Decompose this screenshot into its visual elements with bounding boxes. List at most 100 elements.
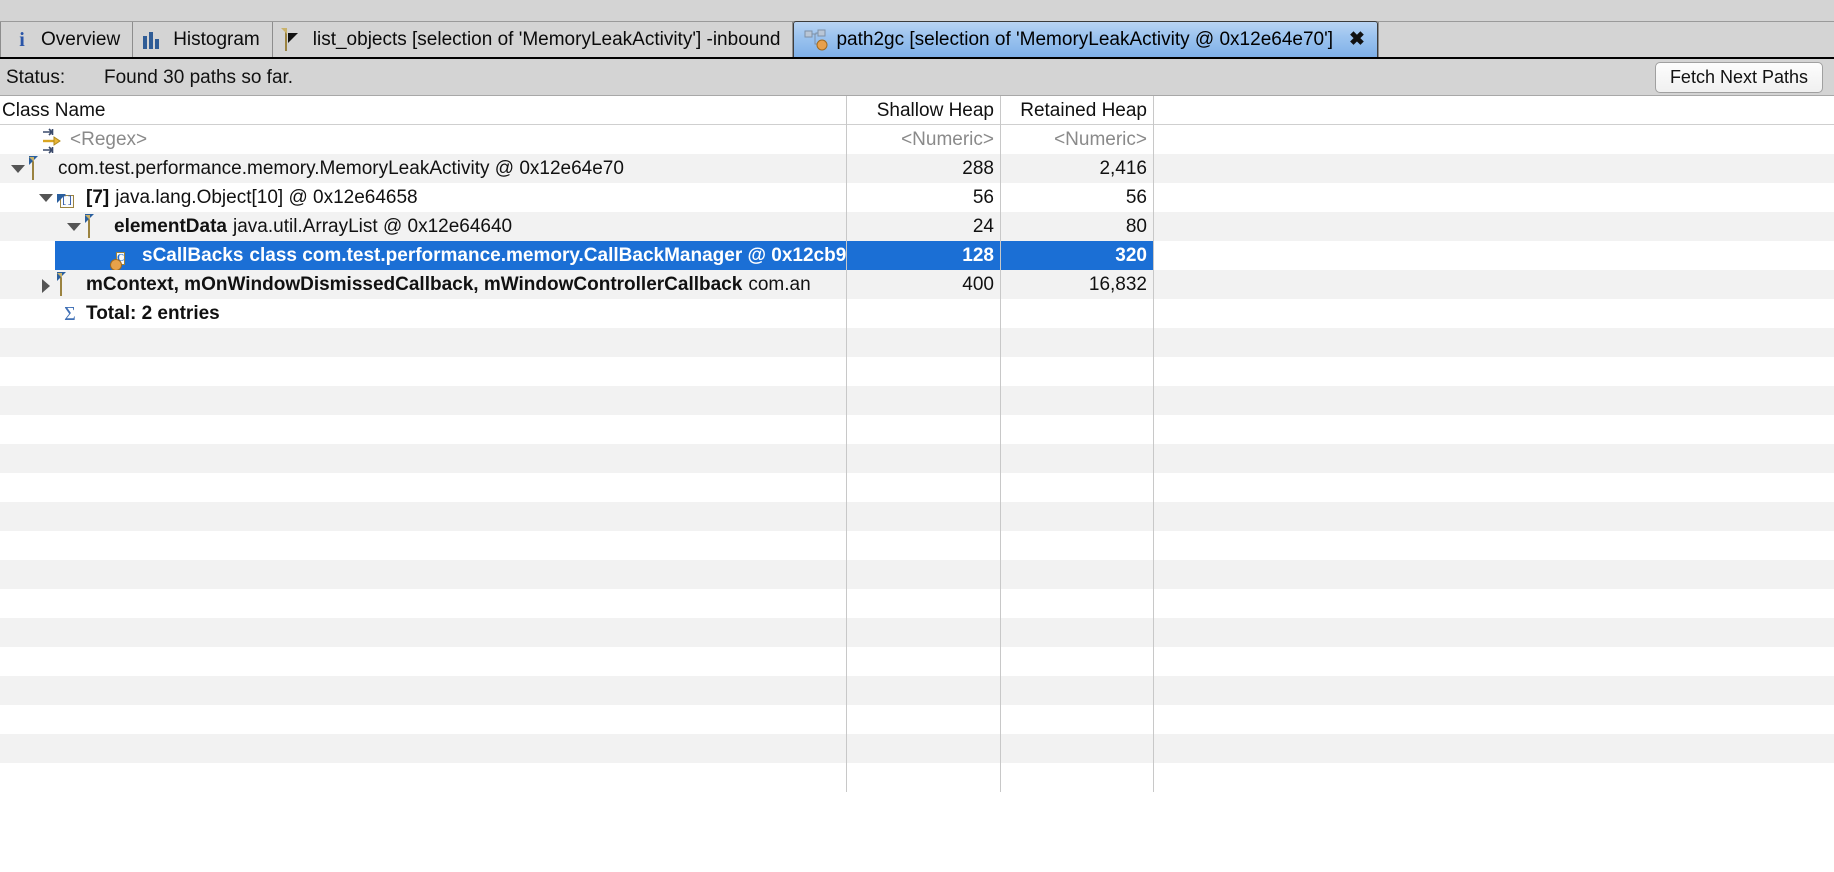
table-row[interactable]: Σ Total: 2 entries — [0, 299, 1834, 328]
status-label: Status: — [6, 67, 65, 89]
table-empty-row[interactable] — [0, 531, 1834, 560]
row-class-label: class com.test.performance.memory.CallBa… — [249, 245, 846, 267]
table-row[interactable]: elementDatajava.util.ArrayList @ 0x12e64… — [0, 212, 1834, 241]
retained-heap-cell[interactable]: 56 — [1001, 183, 1153, 212]
document-icon — [283, 29, 305, 51]
filter-retained-heap-cell[interactable]: <Numeric> — [1001, 125, 1153, 154]
tree-twisty-expanded[interactable] — [38, 183, 54, 212]
tab-path2gc[interactable]: path2gc [selection of 'MemoryLeakActivit… — [793, 21, 1377, 57]
table-row[interactable]: CsCallBacks class com.test.performance.me… — [0, 241, 1834, 270]
filter-class-name-cell[interactable]: <Regex> — [0, 125, 846, 154]
tab-histogram-label: Histogram — [173, 30, 260, 49]
page-icon — [60, 274, 80, 296]
tree-twisty-expanded[interactable] — [66, 212, 82, 241]
tab-overview[interactable]: i Overview — [0, 22, 133, 57]
class-icon: C — [116, 245, 136, 267]
status-bar: Status: Found 30 paths so far. Fetch Nex… — [0, 59, 1834, 96]
table-row[interactable]: mContext, mOnWindowDismissedCallback, mW… — [0, 270, 1834, 299]
table-header-row: Class Name Shallow Heap Retained Heap — [0, 96, 1834, 125]
retained-heap-cell[interactable]: 16,832 — [1001, 270, 1153, 299]
table-empty-row[interactable] — [0, 647, 1834, 676]
paths-table: Class Name Shallow Heap Retained Heap <R… — [0, 96, 1834, 872]
table-empty-row[interactable] — [0, 328, 1834, 357]
row-field-name: mContext, mOnWindowDismissedCallback, mW… — [86, 274, 742, 296]
sigma-icon: Σ — [60, 302, 80, 326]
table-empty-row[interactable] — [0, 589, 1834, 618]
row-class-label: com.test.performance.memory.MemoryLeakAc… — [58, 158, 624, 180]
tree-twisty-collapsed[interactable] — [38, 270, 54, 299]
body-column-divider-2 — [1000, 125, 1001, 792]
row-field-name: elementData — [114, 216, 227, 238]
tree-twisty — [18, 125, 34, 154]
tab-bar: i Overview Histogram list_objects [selec… — [0, 22, 1834, 59]
toolbar-icon-left[interactable] — [214, 0, 234, 8]
class-name-cell[interactable]: Σ Total: 2 entries — [0, 299, 846, 328]
info-icon: i — [11, 29, 33, 51]
filter-shallow-heap-cell[interactable]: <Numeric> — [847, 125, 1000, 154]
table-empty-row[interactable] — [0, 444, 1834, 473]
table-empty-row[interactable] — [0, 734, 1834, 763]
column-divider-3[interactable] — [1153, 96, 1154, 125]
status-text: Found 30 paths so far. — [104, 67, 293, 89]
shallow-heap-cell[interactable]: 128 — [847, 241, 1000, 270]
column-header-class-name[interactable]: Class Name — [0, 96, 846, 125]
table-empty-row[interactable] — [0, 357, 1834, 386]
table-row[interactable]: com.test.performance.memory.MemoryLeakAc… — [0, 154, 1834, 183]
table-empty-row[interactable] — [0, 763, 1834, 792]
body-column-divider-1 — [846, 125, 847, 792]
row-field-name: Total: 2 entries — [86, 303, 220, 325]
page-icon — [32, 158, 52, 180]
shallow-heap-cell[interactable]: 400 — [847, 270, 1000, 299]
shallow-heap-cell[interactable]: 56 — [847, 183, 1000, 212]
class-name-cell[interactable]: com.test.performance.memory.MemoryLeakAc… — [0, 154, 846, 183]
histogram-icon — [143, 29, 165, 51]
class-name-cell[interactable]: elementDatajava.util.ArrayList @ 0x12e64… — [0, 212, 846, 241]
tree-twisty — [94, 241, 110, 270]
table-empty-row[interactable] — [0, 705, 1834, 734]
class-name-cell[interactable]: mContext, mOnWindowDismissedCallback, mW… — [0, 270, 846, 299]
shallow-heap-cell[interactable]: 24 — [847, 212, 1000, 241]
row-class-label: java.lang.Object[10] @ 0x12e64658 — [115, 187, 417, 209]
class-name-cell[interactable]: CsCallBacks class com.test.performance.me… — [0, 241, 846, 270]
table-empty-row[interactable] — [0, 618, 1834, 647]
fetch-next-paths-button[interactable]: Fetch Next Paths — [1655, 62, 1823, 93]
tab-list-objects-label: list_objects [selection of 'MemoryLeakAc… — [313, 30, 781, 49]
tab-overview-label: Overview — [41, 30, 120, 49]
retained-heap-cell[interactable] — [1001, 299, 1153, 328]
table-empty-row[interactable] — [0, 415, 1834, 444]
body-column-divider-3 — [1153, 125, 1154, 792]
row-class-label: com.an — [748, 274, 810, 296]
toolbar-icon-mid[interactable] — [460, 0, 480, 8]
table-empty-row[interactable] — [0, 560, 1834, 589]
retained-heap-cell[interactable]: 320 — [1001, 241, 1153, 270]
tab-histogram[interactable]: Histogram — [133, 22, 273, 57]
table-filter-row[interactable]: <Regex> <Numeric><Numeric> — [0, 125, 1834, 154]
path2gc-icon — [804, 29, 828, 51]
array-icon: [] — [60, 187, 80, 209]
table-empty-row[interactable] — [0, 473, 1834, 502]
row-field-name: sCallBacks — [142, 245, 243, 267]
table-empty-row[interactable] — [0, 386, 1834, 415]
row-field-name: [7] — [86, 187, 109, 209]
table-row[interactable]: [] [7] java.lang.Object[10] @ 0x12e64658 56… — [0, 183, 1834, 212]
tab-bar-filler — [1378, 22, 1834, 57]
shallow-heap-cell[interactable]: 288 — [847, 154, 1000, 183]
class-name-cell[interactable]: [] [7] java.lang.Object[10] @ 0x12e64658 — [0, 183, 846, 212]
tab-path2gc-label: path2gc [selection of 'MemoryLeakActivit… — [836, 30, 1333, 49]
tab-list-objects[interactable]: list_objects [selection of 'MemoryLeakAc… — [273, 22, 794, 57]
table-empty-row[interactable] — [0, 502, 1834, 531]
close-icon[interactable]: ✖ — [1349, 28, 1365, 51]
retained-heap-cell[interactable]: 80 — [1001, 212, 1153, 241]
retained-heap-cell[interactable]: 2,416 — [1001, 154, 1153, 183]
filter-regex-text: <Regex> — [70, 129, 147, 151]
column-header-shallow-heap[interactable]: Shallow Heap — [847, 96, 1000, 125]
tree-twisty-expanded[interactable] — [10, 154, 26, 183]
regex-icon — [40, 128, 64, 152]
tree-twisty — [38, 299, 54, 328]
toolbar-sliver — [0, 0, 1834, 22]
table-empty-row[interactable] — [0, 676, 1834, 705]
table-body: <Regex> <Numeric><Numeric> com.test.perfor… — [0, 125, 1834, 871]
shallow-heap-cell[interactable] — [847, 299, 1000, 328]
column-header-retained-heap[interactable]: Retained Heap — [1001, 96, 1153, 125]
page-icon — [88, 216, 108, 238]
